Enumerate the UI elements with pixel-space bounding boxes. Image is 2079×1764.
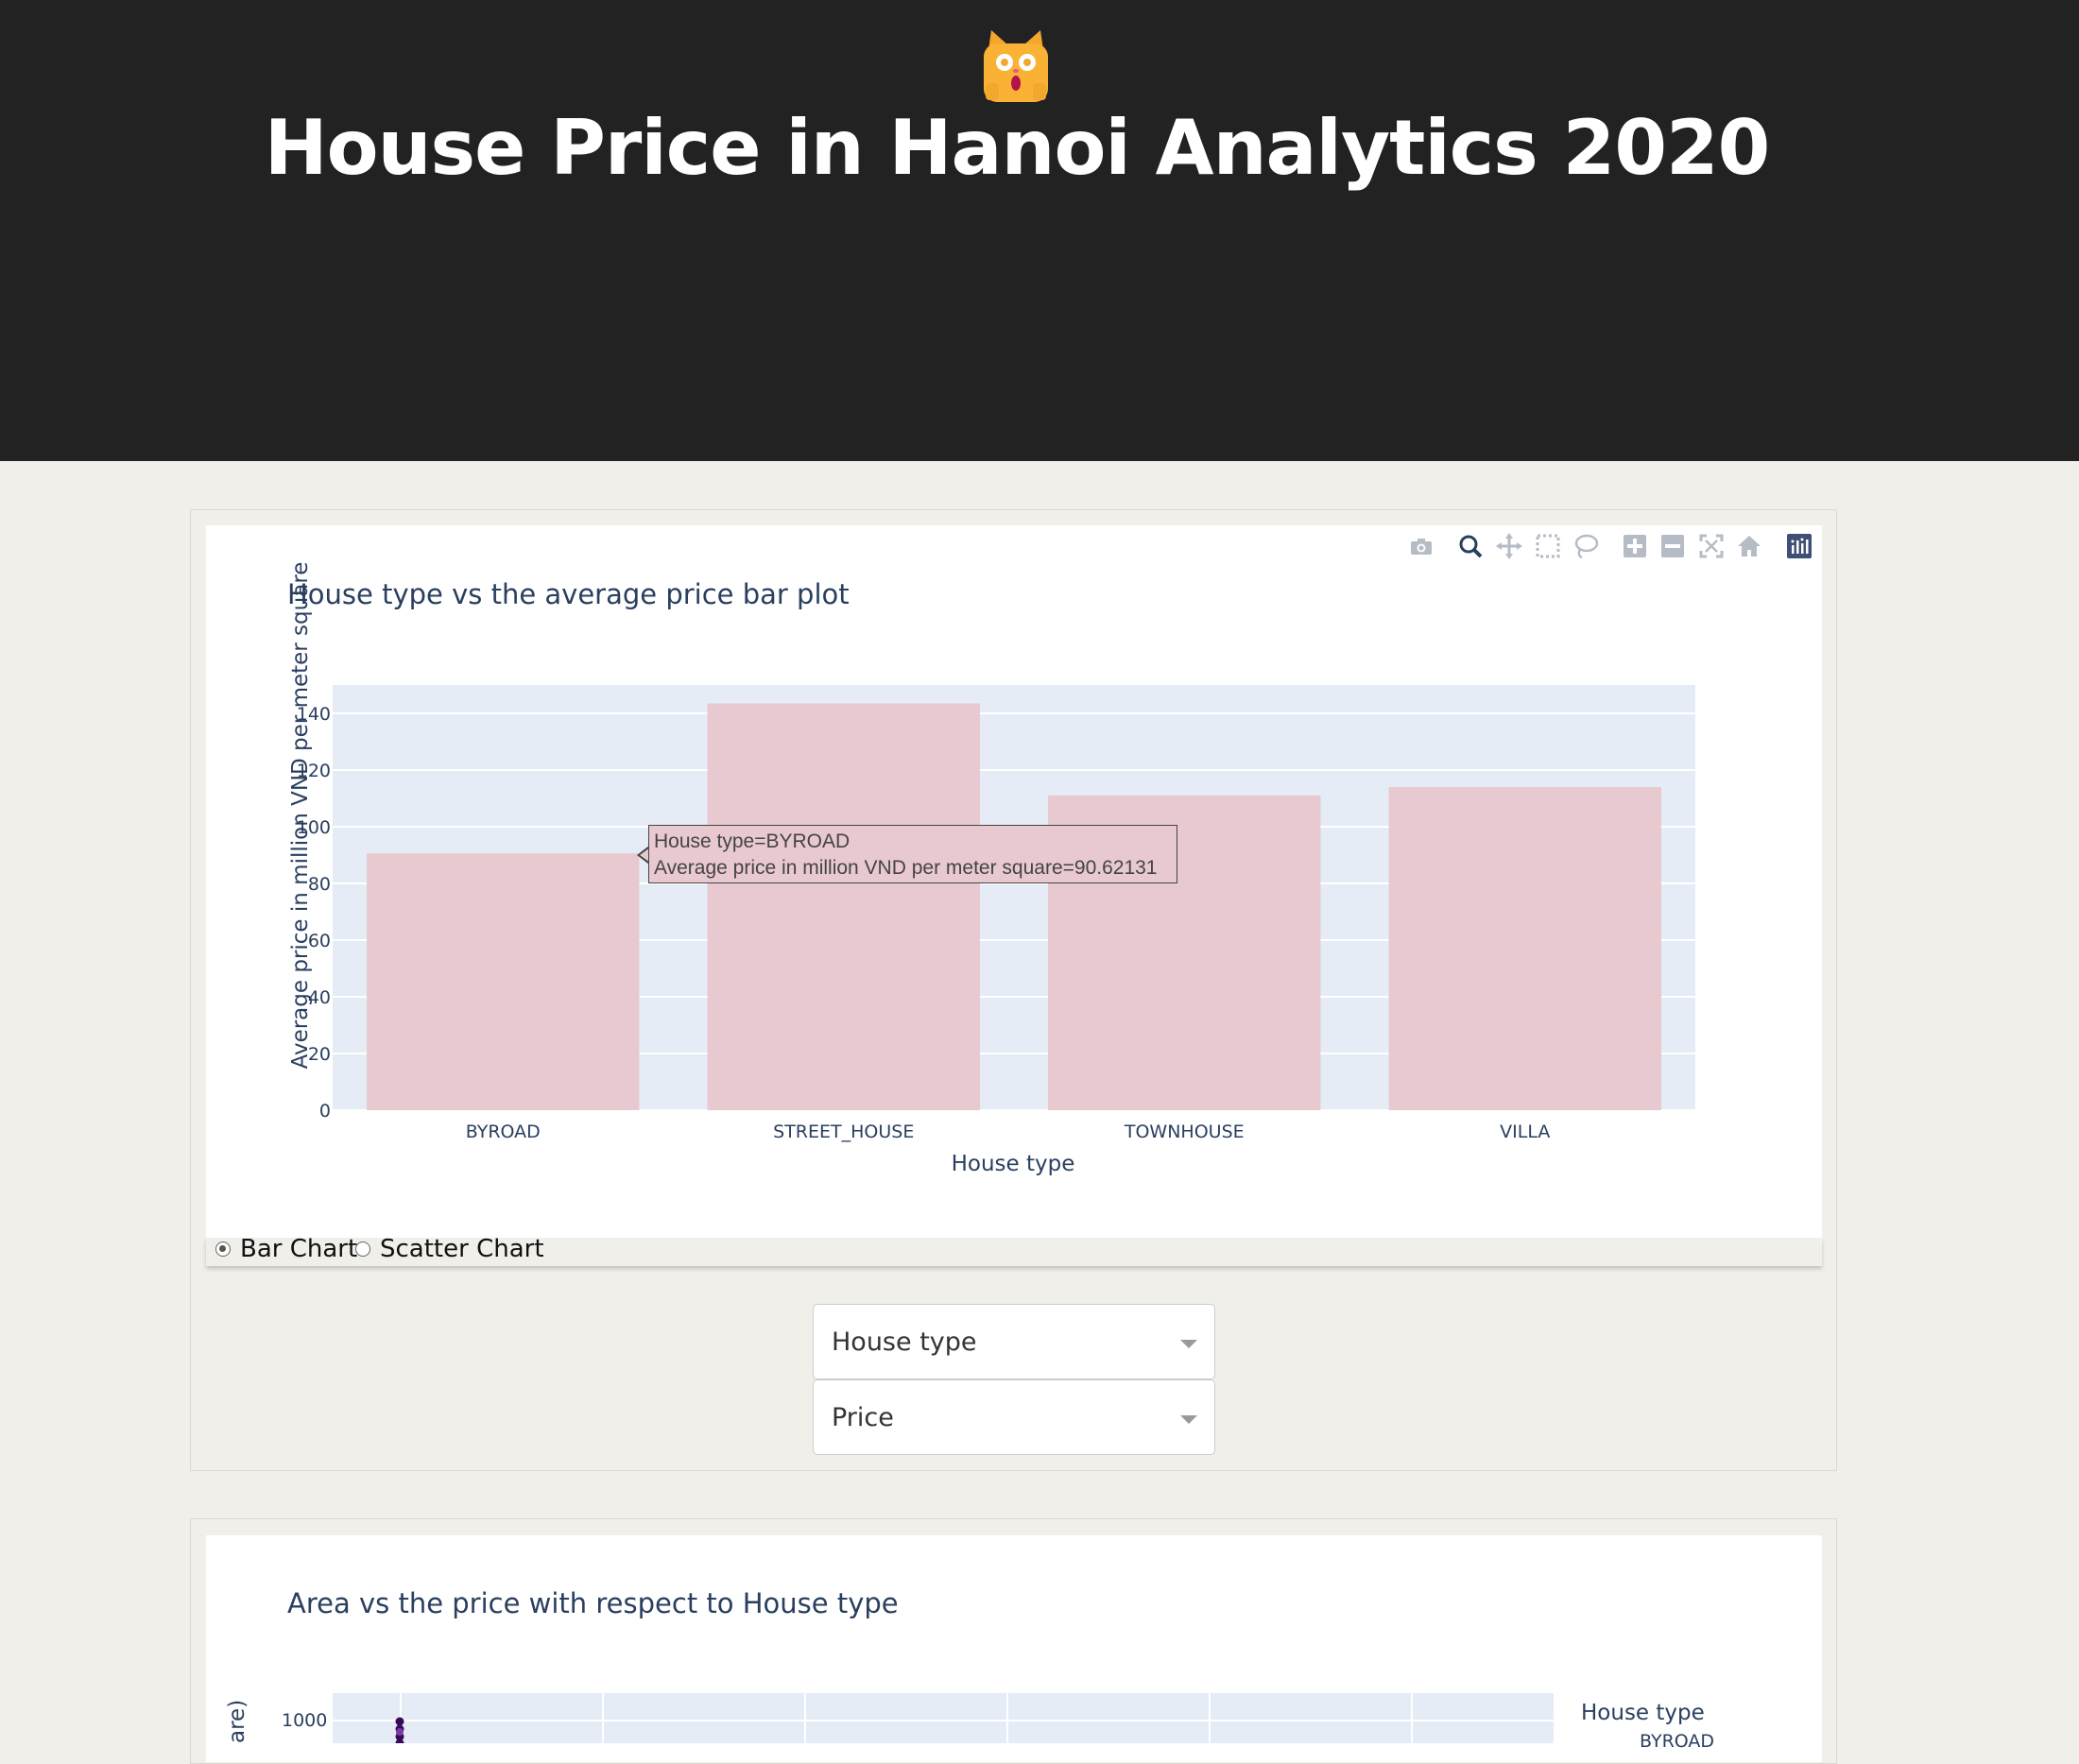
scatter-legend-title: House type <box>1581 1701 1705 1725</box>
scatter-legend-item[interactable]: BYROAD <box>1640 1731 1714 1752</box>
scatter-point <box>396 1728 404 1736</box>
scatter-plot-area <box>333 1693 1554 1743</box>
scatter-plot-svg <box>333 1693 1554 1743</box>
scatter-plot-y-axis-title: are) <box>225 1699 249 1743</box>
scatter-y-tick-label: 1000 <box>282 1710 328 1731</box>
scatter-point <box>395 1717 404 1726</box>
